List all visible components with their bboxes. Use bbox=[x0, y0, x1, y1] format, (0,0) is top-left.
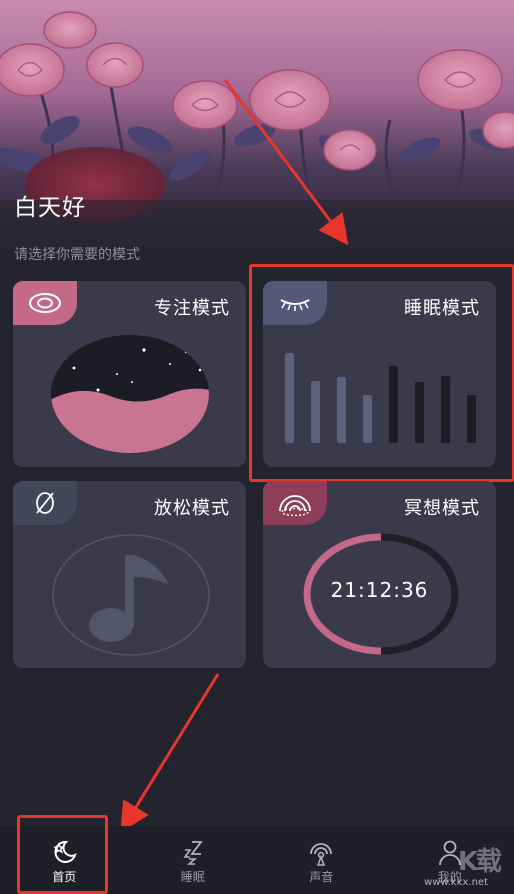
home-tab-highlight bbox=[17, 815, 108, 894]
nav-sleep-label: 睡眠 bbox=[180, 870, 205, 884]
zzz-icon bbox=[183, 841, 203, 865]
nav-sleep[interactable]: 睡眠 bbox=[158, 826, 228, 885]
nav-sound[interactable]: 声音 bbox=[286, 826, 356, 885]
broadcast-icon bbox=[310, 843, 333, 866]
watermark-url: www.kkx.net bbox=[424, 877, 488, 888]
nav-sound-label: 声音 bbox=[309, 870, 334, 884]
watermark-logo: K载 bbox=[457, 847, 502, 877]
annotation-arrows bbox=[120, 79, 349, 833]
